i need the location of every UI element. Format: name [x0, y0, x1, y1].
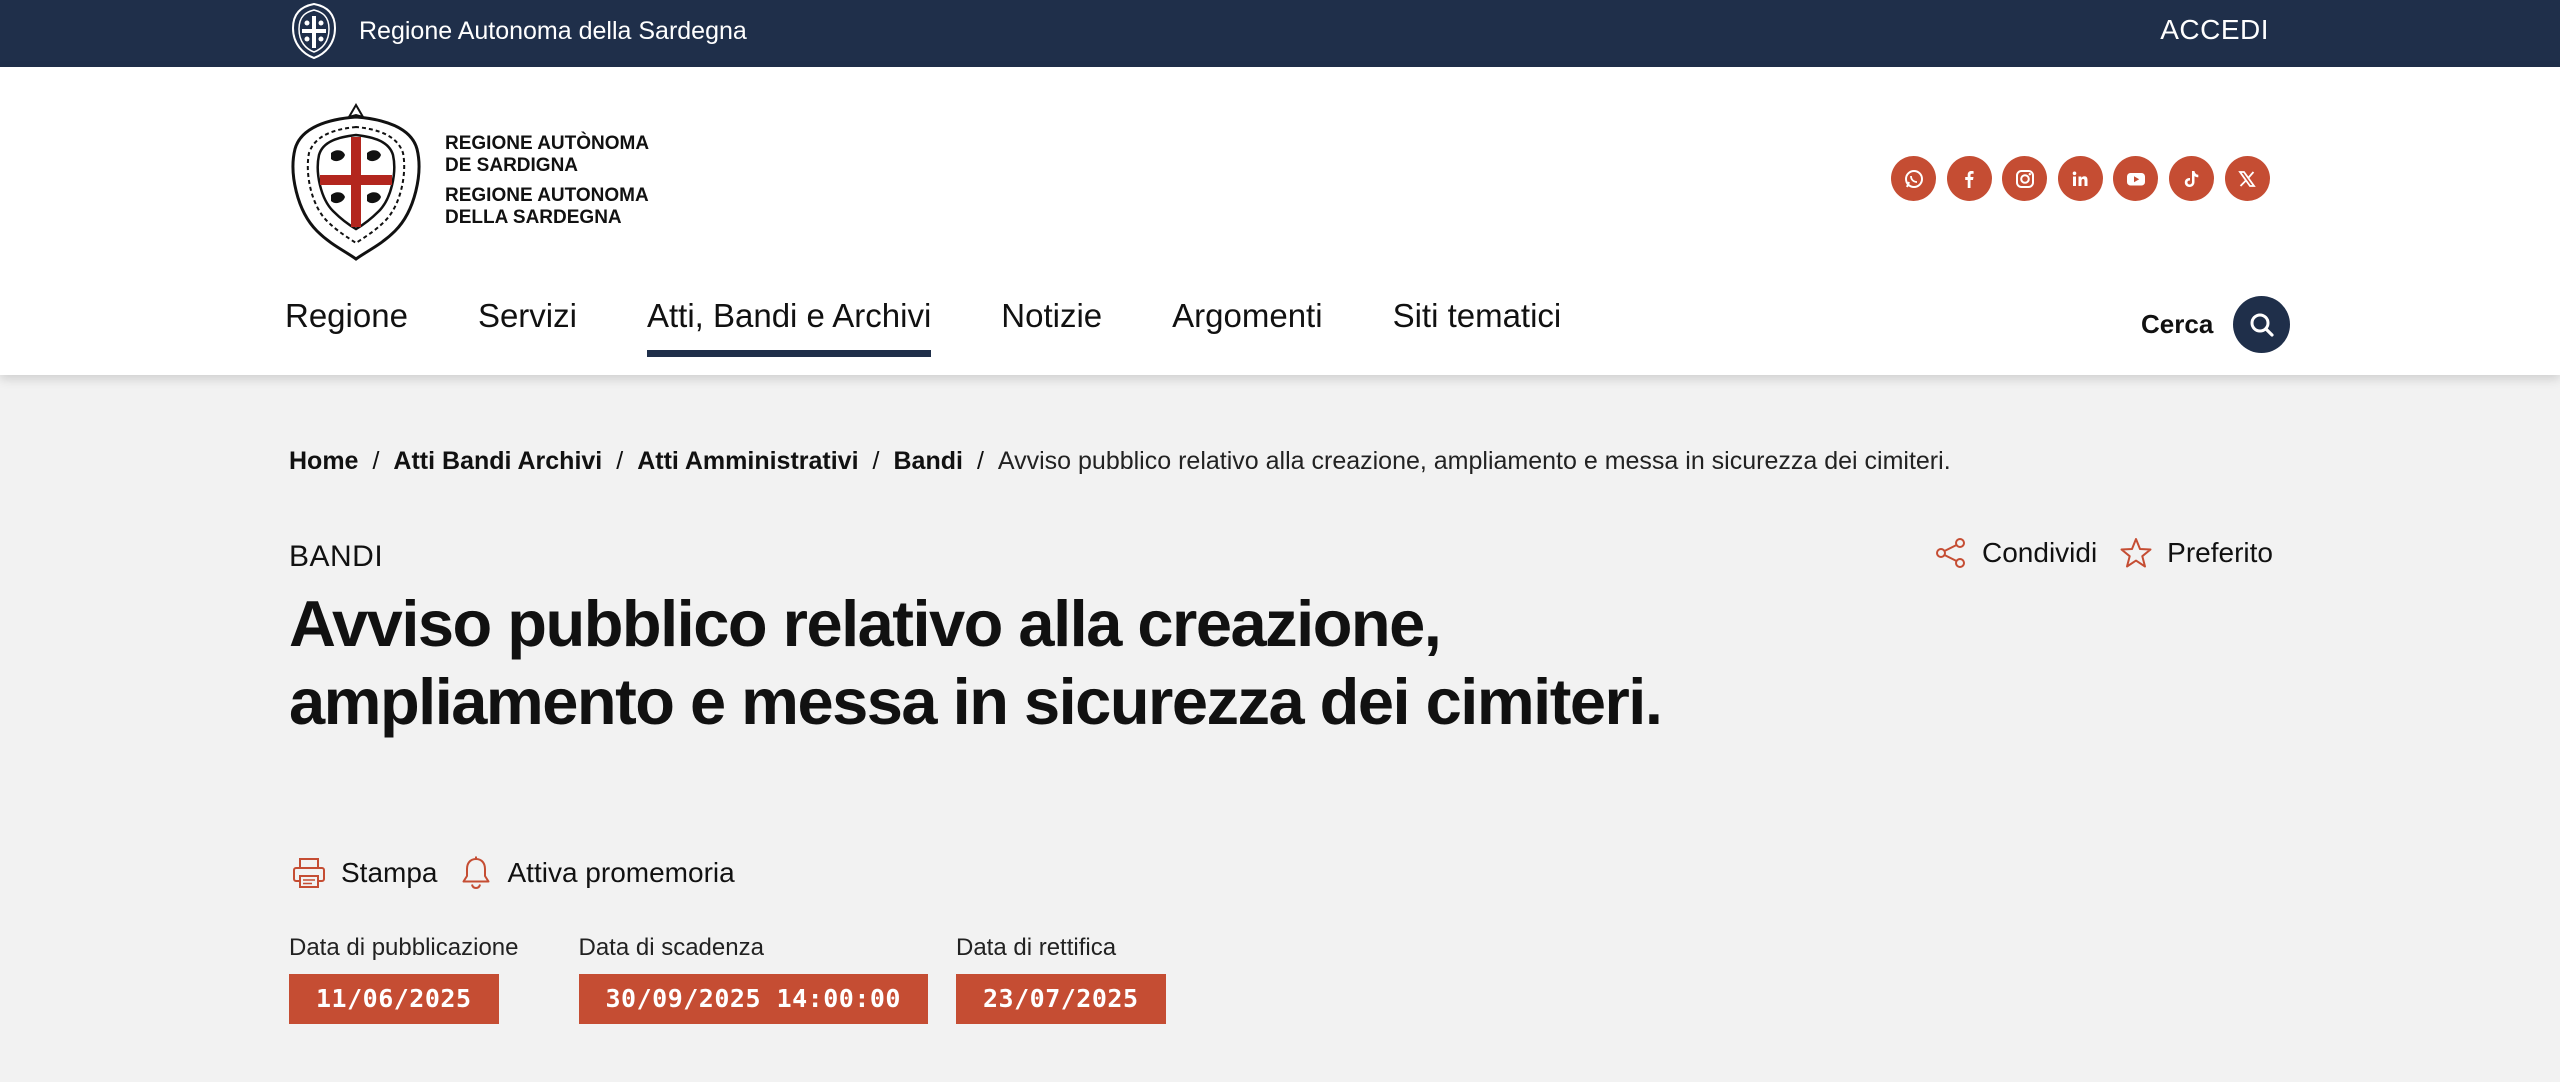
- breadcrumb-separator: /: [872, 447, 880, 475]
- deadline-date-value: 30/09/2025 14:00:00: [578, 974, 928, 1024]
- nav-item-servizi[interactable]: Servizi: [478, 297, 577, 357]
- x-icon[interactable]: [2224, 156, 2270, 201]
- login-link[interactable]: ACCEDI: [2160, 14, 2269, 46]
- region-seal-icon: [291, 2, 337, 60]
- brand-name: Regione Autonoma della Sardegna: [359, 16, 747, 45]
- rectification-date: Data di rettifica 23/07/2025: [955, 934, 1166, 1024]
- top-brand[interactable]: Regione Autonoma della Sardegna: [287, 0, 747, 62]
- whatsapp-icon[interactable]: [1891, 156, 1936, 201]
- site-header: REGIONE AUTÒNOMA DE SARDIGNA REGIONE AUT…: [0, 67, 2560, 375]
- facebook-icon[interactable]: [1946, 156, 1992, 201]
- logo-line: DELLA SARDEGNA: [445, 207, 622, 228]
- social-links: [1891, 156, 2270, 201]
- breadcrumb-separator: /: [372, 447, 380, 475]
- printer-icon: [293, 858, 325, 888]
- nav-item-argomenti[interactable]: Argomenti: [1172, 297, 1322, 357]
- favorite-button[interactable]: Preferito: [2119, 536, 2273, 570]
- logo-line: REGIONE AUTÒNOMA: [445, 133, 650, 154]
- page-title-line: ampliamento e messa in sicurezza dei cim…: [289, 665, 1663, 738]
- instagram-icon[interactable]: [2002, 156, 2048, 201]
- publication-date-value: 11/06/2025: [289, 974, 499, 1024]
- tiktok-icon[interactable]: [2168, 156, 2214, 201]
- bell-icon: [462, 856, 489, 890]
- rectification-date-label: Data di rettifica: [955, 934, 1117, 961]
- print-button[interactable]: Stampa: [291, 855, 438, 891]
- site-logo[interactable]: REGIONE AUTÒNOMA DE SARDIGNA REGIONE AUT…: [287, 101, 649, 261]
- publication-date-label: Data di pubblicazione: [289, 934, 519, 961]
- deadline-date-label: Data di scadenza: [578, 934, 764, 961]
- search-icon[interactable]: [2233, 296, 2291, 353]
- breadcrumb-separator: /: [976, 447, 984, 475]
- page-tools: Stampa Attiva promemoria: [291, 855, 755, 891]
- star-icon: [2120, 538, 2152, 568]
- share-button[interactable]: Condividi: [1934, 536, 2097, 570]
- logo-names: REGIONE AUTÒNOMA DE SARDIGNA REGIONE AUT…: [445, 133, 649, 229]
- print-label: Stampa: [341, 857, 438, 888]
- search-button[interactable]: Cerca: [2141, 296, 2291, 353]
- main-nav: Regione Servizi Atti, Bandi e Archivi No…: [285, 297, 1631, 357]
- top-bar: Regione Autonoma della Sardegna ACCEDI: [0, 0, 2560, 67]
- youtube-icon[interactable]: [2113, 156, 2159, 201]
- share-label: Condividi: [1982, 537, 2098, 568]
- page-title-line: Avviso pubblico relativo alla creazione,: [289, 587, 1442, 660]
- search-label: Cerca: [2141, 309, 2214, 339]
- breadcrumb-atti-amministrativi[interactable]: Atti Amministrativi: [637, 447, 858, 476]
- breadcrumb: Home / Atti Bandi Archivi / Atti Amminis…: [289, 447, 1951, 476]
- publication-date: Data di pubblicazione 11/06/2025: [289, 934, 519, 1024]
- sardinia-crest-icon: [291, 103, 421, 261]
- nav-item-atti-bandi-archivi[interactable]: Atti, Bandi e Archivi: [646, 297, 932, 357]
- nav-item-siti-tematici[interactable]: Siti tematici: [1393, 297, 1562, 357]
- page-title: Avviso pubblico relativo alla creazione,…: [289, 585, 1739, 741]
- breadcrumb-atti-bandi-archivi[interactable]: Atti Bandi Archivi: [393, 447, 602, 476]
- share-icon: [1936, 538, 1965, 568]
- deadline-date: Data di scadenza 30/09/2025 14:00:00: [578, 934, 928, 1024]
- favorite-label: Preferito: [2167, 537, 2273, 568]
- dates-section: Data di pubblicazione 11/06/2025 Data di…: [289, 934, 1226, 1024]
- breadcrumb-separator: /: [616, 447, 624, 475]
- breadcrumb-home[interactable]: Home: [289, 447, 358, 476]
- page-actions: Condividi Preferito: [1934, 536, 2273, 570]
- rectification-date-value: 23/07/2025: [955, 974, 1166, 1024]
- linkedin-icon[interactable]: [2057, 156, 2103, 201]
- logo-line: DE SARDIGNA: [445, 155, 579, 176]
- reminder-label: Attiva promemoria: [507, 857, 735, 888]
- page-category: BANDI: [289, 540, 384, 573]
- reminder-button[interactable]: Attiva promemoria: [458, 855, 735, 891]
- breadcrumb-current: Avviso pubblico relativo alla creazione,…: [997, 447, 1951, 475]
- nav-item-notizie[interactable]: Notizie: [1001, 297, 1102, 357]
- logo-line: REGIONE AUTONOMA: [445, 185, 649, 206]
- breadcrumb-bandi[interactable]: Bandi: [893, 447, 962, 476]
- nav-item-regione[interactable]: Regione: [285, 297, 408, 357]
